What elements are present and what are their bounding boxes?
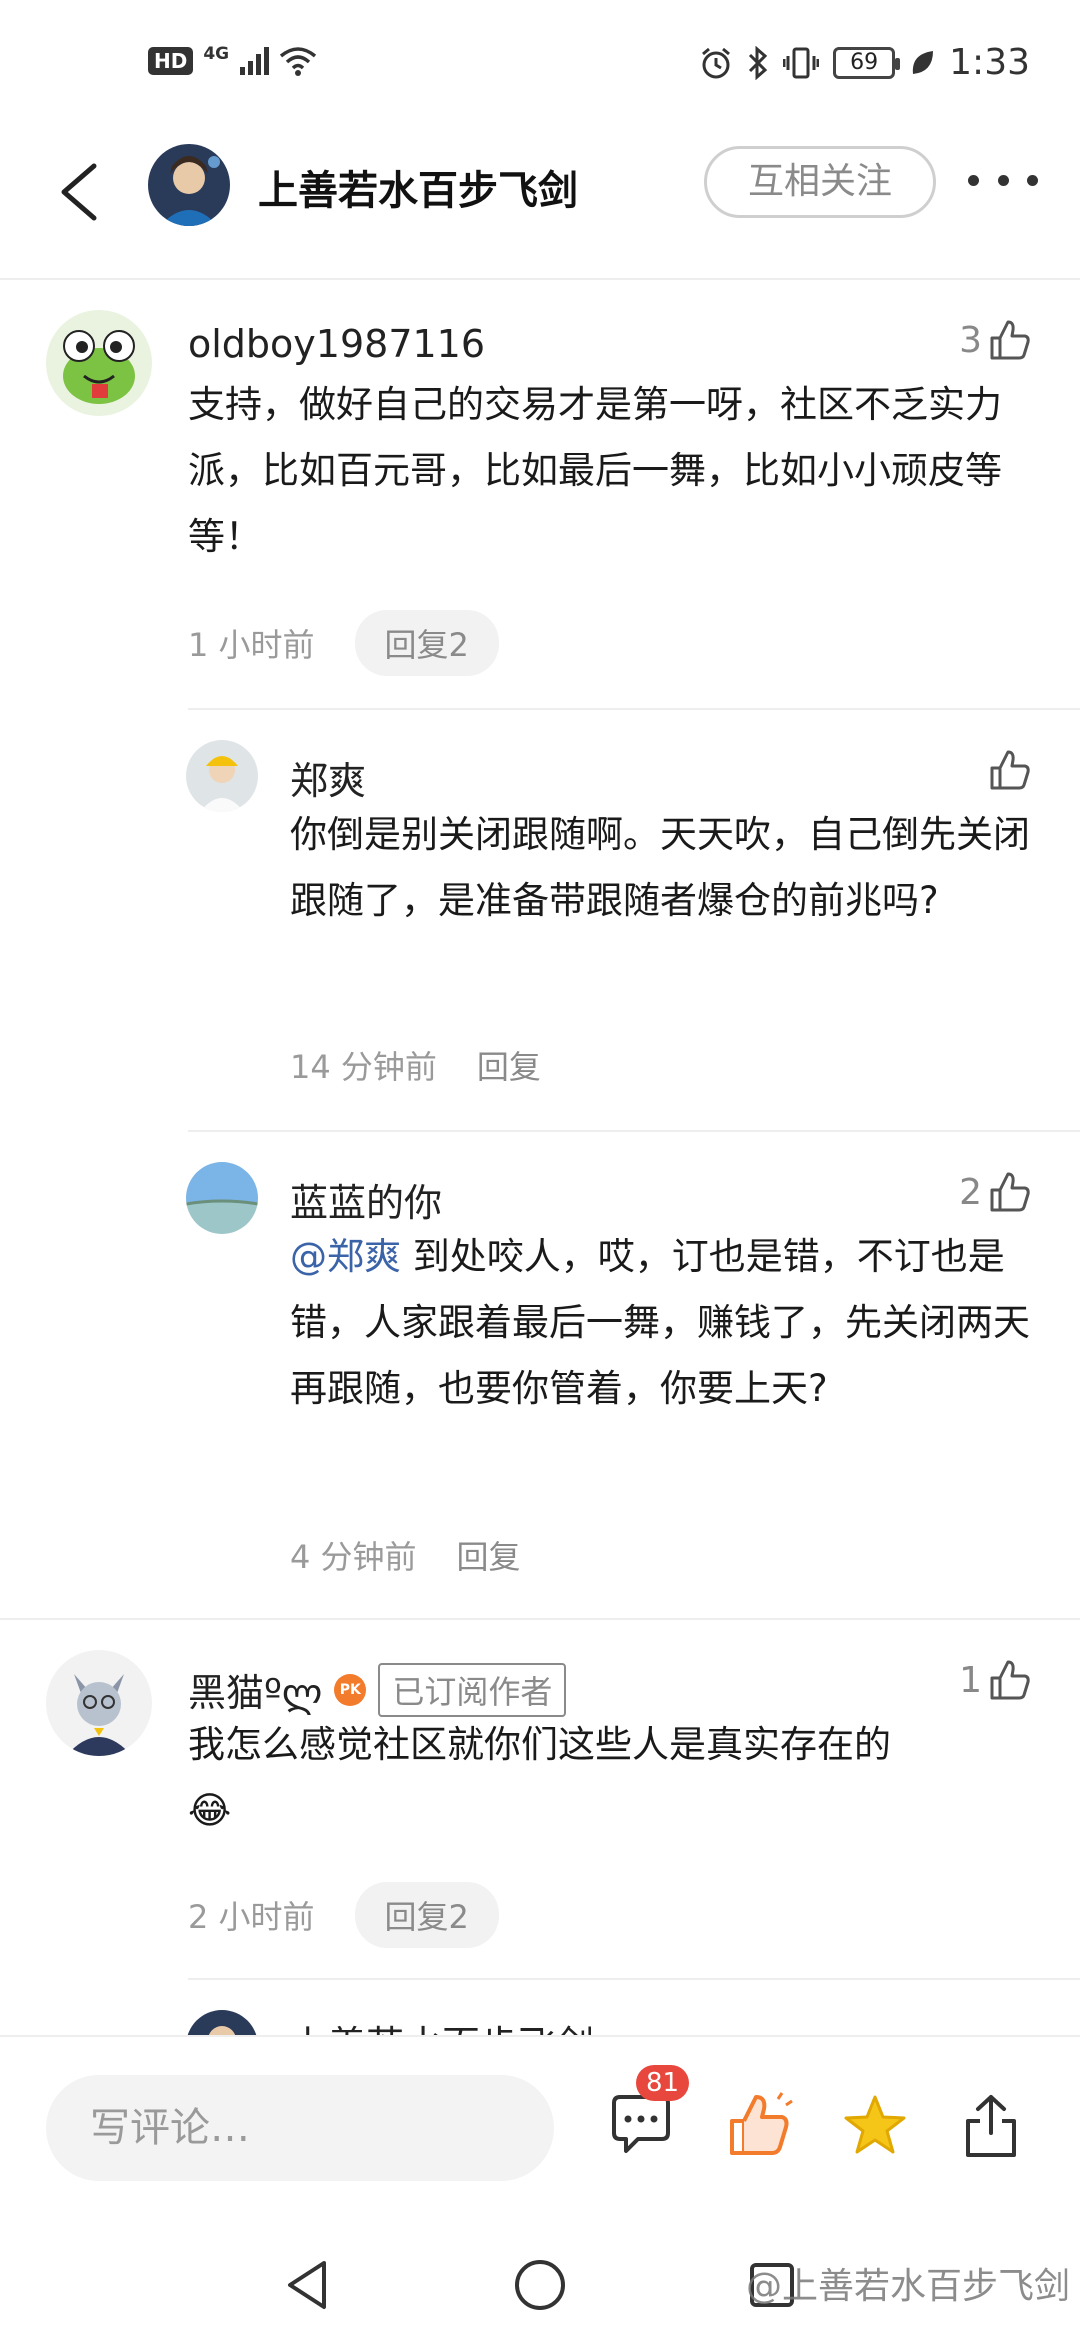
watermark: @上善若水百步飞剑 bbox=[745, 2266, 1070, 2307]
comment-meta: 2 小时前 回复2 bbox=[188, 1882, 499, 1948]
thumbs-up-icon bbox=[990, 750, 1030, 790]
reply-count-button[interactable]: 回复2 bbox=[354, 1882, 499, 1948]
bluetooth-icon bbox=[749, 45, 768, 80]
share-button[interactable] bbox=[954, 2089, 1028, 2163]
comment-text: 支持，做好自己的交易才是第一呀，社区不乏实力派，比如百元哥，比如最后一舞，比如小… bbox=[188, 383, 1002, 558]
reply-count-button[interactable]: 回复2 bbox=[354, 610, 499, 676]
comment-input[interactable]: 写评论… bbox=[46, 2075, 554, 2181]
like-button[interactable]: 3 bbox=[959, 318, 1032, 362]
system-navigation-bar: @上善若水百步飞剑 bbox=[0, 2235, 1080, 2340]
author-avatar[interactable] bbox=[148, 144, 230, 226]
status-left: HD 4G bbox=[148, 44, 317, 76]
favorite-button[interactable] bbox=[838, 2089, 912, 2163]
status-right: 69 1:33 bbox=[699, 42, 1030, 83]
comment-username[interactable]: oldboy1987116 bbox=[188, 322, 485, 366]
circle-home-icon bbox=[515, 2260, 565, 2310]
laughing-emoji-icon: 😂 bbox=[188, 1789, 232, 1832]
comment-text: 我怎么感觉社区就你们这些人是真实存在的 😂 bbox=[188, 1712, 1038, 1844]
reply-button[interactable]: 回复 bbox=[457, 1532, 521, 1578]
reply-text: 你倒是别关闭跟随啊。天天吹，自己倒先关闭跟随了，是准备带跟随者爆仓的前兆吗? bbox=[290, 813, 1030, 922]
network-type: 4G bbox=[203, 44, 230, 64]
wifi-icon bbox=[280, 47, 317, 76]
bottom-action-bar: 写评论… 81 bbox=[0, 2035, 1080, 2235]
reply-body: 到处咬人，哎，订也是错，不订也是错，人家跟着最后一舞，赚钱了，先关闭两天再跟随，… bbox=[290, 1235, 1030, 1410]
thumbs-up-icon bbox=[990, 1660, 1030, 1700]
like-count: 1 bbox=[959, 1659, 982, 1701]
thumbs-up-icon bbox=[990, 320, 1030, 360]
more-dot-icon bbox=[997, 174, 1009, 186]
reply-text: @郑爽 到处咬人，哎，订也是错，不订也是错，人家跟着最后一舞，赚钱了，先关闭两天… bbox=[290, 1224, 1030, 1422]
comment-username-text[interactable]: 黑猫ºლ bbox=[188, 1662, 322, 1717]
thumbs-up-icon bbox=[730, 2092, 793, 2155]
chevron-left-icon bbox=[61, 163, 97, 221]
comment-count-badge: 81 bbox=[636, 2065, 690, 2101]
reply-item-partial: 上善若水百步飞剑 bbox=[0, 1980, 1080, 2035]
reply-button[interactable]: 回复 bbox=[477, 1042, 541, 1088]
hd-indicator: HD bbox=[148, 47, 194, 75]
section-divider bbox=[0, 1618, 1080, 1620]
like-button[interactable] bbox=[988, 748, 1032, 792]
like-post-button[interactable] bbox=[722, 2089, 796, 2163]
alarm-icon bbox=[702, 47, 731, 78]
reply-meta: 14 分钟前 回复 bbox=[290, 1042, 541, 1088]
reply-username[interactable]: 郑爽 bbox=[290, 750, 366, 805]
page-title: 上善若水百步飞剑 bbox=[258, 168, 578, 214]
user-avatar[interactable] bbox=[46, 1650, 152, 1756]
signal-icon bbox=[240, 47, 270, 75]
more-dot-icon bbox=[968, 174, 979, 186]
user-avatar[interactable] bbox=[186, 740, 258, 812]
thumbs-up-icon bbox=[990, 1172, 1030, 1212]
comments-button[interactable]: 81 bbox=[606, 2065, 690, 2163]
divider bbox=[188, 1130, 1080, 1132]
user-avatar[interactable] bbox=[186, 2010, 258, 2035]
reply-username[interactable]: 上善若水百步飞剑 bbox=[290, 2014, 594, 2035]
pk-badge-icon: PK bbox=[334, 1673, 367, 1706]
comment-time: 2 小时前 bbox=[188, 1898, 315, 1936]
more-options-button[interactable] bbox=[968, 160, 1038, 200]
reply-time: 14 分钟前 bbox=[290, 1048, 437, 1086]
leaf-icon bbox=[912, 50, 934, 74]
reply-meta: 4 分钟前 回复 bbox=[290, 1532, 521, 1578]
app-header: 上善若水百步飞剑 互相关注 bbox=[0, 130, 1080, 280]
user-avatar[interactable] bbox=[186, 1162, 258, 1234]
reply-username[interactable]: 蓝蓝的你 bbox=[290, 1172, 442, 1227]
status-bar: HD 4G 69 1:33 bbox=[0, 0, 1080, 130]
mutual-follow-button[interactable]: 互相关注 bbox=[704, 146, 936, 218]
reply-time: 4 分钟前 bbox=[290, 1538, 417, 1576]
like-count: 2 bbox=[959, 1171, 982, 1213]
like-button[interactable]: 2 bbox=[959, 1170, 1032, 1214]
user-avatar[interactable] bbox=[46, 310, 152, 416]
like-count: 3 bbox=[959, 319, 982, 361]
mention-link[interactable]: @郑爽 bbox=[290, 1235, 401, 1278]
comment-time: 1 小时前 bbox=[188, 626, 315, 664]
nav-back-button[interactable] bbox=[278, 2255, 338, 2315]
comment-meta: 1 小时前 回复2 bbox=[188, 610, 499, 676]
comment-body: 我怎么感觉社区就你们这些人是真实存在的 bbox=[188, 1723, 891, 1766]
back-button[interactable] bbox=[52, 152, 112, 232]
battery-indicator: 69 bbox=[833, 46, 901, 79]
like-button[interactable]: 1 bbox=[959, 1658, 1032, 1702]
triangle-back-icon bbox=[288, 2261, 326, 2309]
nav-home-button[interactable] bbox=[510, 2255, 570, 2315]
star-icon bbox=[844, 2095, 906, 2154]
comment-username: 黑猫ºლ PK 已订阅作者 bbox=[188, 1662, 567, 1717]
subscriber-tag: 已订阅作者 bbox=[378, 1662, 567, 1717]
divider bbox=[188, 708, 1080, 710]
vibrate-icon bbox=[783, 47, 820, 78]
share-icon bbox=[966, 2095, 1016, 2157]
clock: 1:33 bbox=[949, 42, 1030, 83]
more-dot-icon bbox=[1027, 174, 1038, 186]
